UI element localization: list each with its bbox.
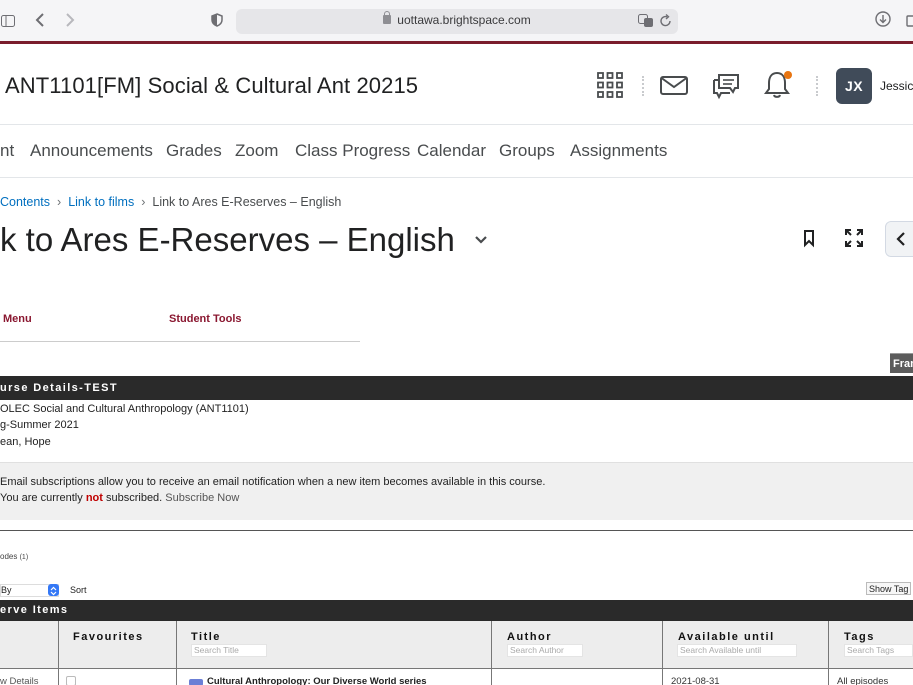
subscribe-now-link[interactable]: Subscribe Now <box>165 492 239 504</box>
subscription-box: Email subscriptions allow you to receive… <box>0 462 913 520</box>
breadcrumb-separator: › <box>141 195 146 209</box>
page-title: k to Ares E-Reserves – English <box>0 221 455 258</box>
side-panel-toggle[interactable] <box>885 221 913 257</box>
lock-icon <box>383 11 392 24</box>
show-tags-button[interactable]: Show Tag <box>866 582 912 595</box>
view-details-link[interactable]: w Details <box>0 676 39 685</box>
app-grid-icon[interactable] <box>595 70 625 100</box>
search-available-input[interactable]: Search Available until <box>677 644 797 657</box>
column-title[interactable]: Title <box>191 631 221 643</box>
column-divider <box>58 621 59 685</box>
sort-button[interactable]: Sort <box>70 585 87 595</box>
subscription-status: You are currently not subscribed. Subscr… <box>0 492 239 504</box>
sidebar-toggle-icon[interactable] <box>0 9 16 33</box>
sort-by-value: By <box>1 585 12 595</box>
course-name: OLEC Social and Cultural Anthropology (A… <box>0 403 249 415</box>
nav-item-class-progress[interactable]: Class Progress <box>295 141 410 161</box>
item-available-date: 2021-08-31 <box>671 676 720 685</box>
header-divider <box>816 76 818 96</box>
nav-item-groups[interactable]: Groups <box>499 141 555 161</box>
header-divider <box>642 76 644 96</box>
nav-item-content[interactable]: nt <box>0 141 14 161</box>
message-bubbles-icon[interactable] <box>711 70 741 100</box>
breadcrumb-separator: › <box>57 195 62 209</box>
chevron-down-icon[interactable] <box>474 233 488 247</box>
item-tags: All episodes <box>837 676 889 685</box>
navbar-divider-line <box>0 177 913 178</box>
nav-item-grades[interactable]: Grades <box>166 141 222 161</box>
url-text: uottawa.brightspace.com <box>397 13 531 27</box>
subscription-prefix: You are currently <box>0 492 86 504</box>
course-term: g-Summer 2021 <box>0 419 79 431</box>
column-divider <box>828 621 829 685</box>
column-divider <box>176 621 177 685</box>
header-divider-line <box>0 124 913 125</box>
breadcrumb-contents[interactable]: Contents <box>0 195 50 209</box>
column-divider <box>662 621 663 685</box>
reserve-items-header: erve Items <box>0 600 913 621</box>
column-divider <box>491 621 492 685</box>
user-name[interactable]: Jessica <box>880 79 913 93</box>
frame-tab[interactable]: Fran <box>890 353 913 373</box>
course-details-header: urse Details-TEST <box>0 376 913 400</box>
course-instructor: ean, Hope <box>0 436 51 448</box>
ares-menu-link[interactable]: Menu <box>3 313 32 325</box>
reserve-items-title: erve Items <box>0 604 69 616</box>
course-title[interactable]: ANT1101[FM] Social & Cultural Ant 20215 <box>5 73 418 99</box>
chevron-left-icon <box>896 232 905 246</box>
video-icon <box>189 679 203 685</box>
avatar[interactable]: JX <box>836 68 872 104</box>
forward-arrow-icon[interactable] <box>62 9 78 33</box>
search-title-input[interactable]: Search Title <box>191 644 267 657</box>
ares-student-tools-link[interactable]: Student Tools <box>169 313 242 325</box>
breadcrumb-link-to-films[interactable]: Link to films <box>68 195 134 209</box>
course-details-title: urse Details-TEST <box>0 382 118 394</box>
subscription-divider <box>0 530 913 531</box>
select-arrows-icon <box>48 584 59 596</box>
bookmark-icon[interactable] <box>800 228 820 248</box>
search-tags-input[interactable]: Search Tags <box>844 644 913 657</box>
subscription-suffix: subscribed. <box>102 492 163 504</box>
episodes-text: odes <box>0 552 18 561</box>
share-icon[interactable] <box>906 9 913 33</box>
breadcrumb-current: Link to Ares E-Reserves – English <box>152 195 342 209</box>
subscription-info: Email subscriptions allow you to receive… <box>0 476 546 488</box>
fullscreen-icon[interactable] <box>844 228 864 248</box>
episodes-count: (1) <box>19 554 29 561</box>
episodes-label: odes (1) <box>0 552 28 561</box>
mail-icon[interactable] <box>660 70 690 100</box>
breadcrumb: Contents › Link to films › Link to Ares E-Re… <box>0 195 341 209</box>
reload-icon[interactable] <box>659 13 672 33</box>
ares-menu-divider <box>0 341 360 342</box>
download-icon[interactable] <box>875 9 891 33</box>
column-available-until[interactable]: Available until <box>678 631 775 643</box>
column-author[interactable]: Author <box>507 631 552 643</box>
browser-toolbar: uottawa.brightspace.com <box>0 0 913 44</box>
item-title-link[interactable]: Cultural Anthropology: Our Diverse World… <box>207 676 427 685</box>
privacy-shield-icon[interactable] <box>209 9 225 33</box>
column-favourites[interactable]: Favourites <box>73 631 144 643</box>
nav-item-announcements[interactable]: Announcements <box>30 141 153 161</box>
notification-badge <box>784 71 792 79</box>
nav-item-assignments[interactable]: Assignments <box>570 141 667 161</box>
nav-item-zoom[interactable]: Zoom <box>235 141 278 161</box>
translate-icon[interactable] <box>638 14 654 33</box>
address-bar[interactable]: uottawa.brightspace.com <box>236 9 678 34</box>
nav-item-calendar[interactable]: Calendar <box>417 141 486 161</box>
subscription-not: not <box>85 492 103 504</box>
favourite-checkbox[interactable] <box>66 676 76 685</box>
search-author-input[interactable]: Search Author <box>507 644 583 657</box>
column-tags[interactable]: Tags <box>844 631 875 643</box>
back-arrow-icon[interactable] <box>32 9 48 33</box>
